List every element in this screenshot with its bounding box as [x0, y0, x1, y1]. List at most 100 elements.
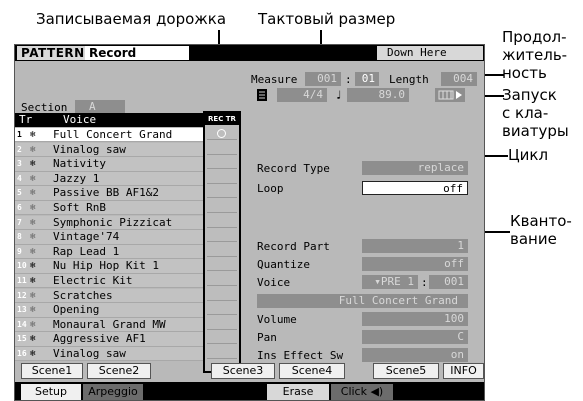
scene1-button[interactable]: Scene1: [21, 363, 83, 379]
rec-track-cell[interactable]: [207, 215, 237, 228]
section-value[interactable]: A: [75, 100, 125, 114]
measure-sep: :: [345, 73, 352, 86]
rec-track-cell[interactable]: [207, 346, 237, 359]
track-mixer-icon: ❄: [30, 305, 36, 316]
pan-value[interactable]: C: [362, 330, 468, 344]
track-voice-name: Jazzy 1: [53, 171, 100, 185]
track-mixer-icon: ❄: [30, 203, 36, 213]
track-row[interactable]: 7 ❄ Symphonic Pizzicat: [15, 215, 205, 230]
track-list-header: Tr Voice: [15, 113, 205, 127]
rec-track-cell[interactable]: [207, 171, 237, 184]
callout-recorded-track: Записываемая дорожка: [36, 10, 227, 28]
scene3-button[interactable]: Scene3: [211, 363, 275, 379]
info-button[interactable]: INFO: [443, 363, 484, 379]
track-row[interactable]: 10 ❄ Nu Hip Hop Kit 1: [15, 259, 205, 274]
track-row[interactable]: 2 ❄ Vinalog saw: [15, 142, 205, 157]
track-row[interactable]: 9 ❄ Rap Lead 1: [15, 244, 205, 260]
track-number: 8: [17, 232, 22, 242]
meter-icon: [257, 89, 267, 101]
track-row[interactable]: 1 ❄ Full Concert Grand: [15, 128, 205, 143]
track-mixer-icon: ❄: [30, 232, 36, 243]
track-voice-name: Nativity: [53, 157, 106, 171]
erase-button[interactable]: Erase: [267, 384, 329, 400]
track-row[interactable]: 13 ❄ Opening: [15, 303, 205, 318]
track-voice-name: Vinalog saw: [53, 142, 126, 156]
track-row[interactable]: 4 ❄ Jazzy 1: [15, 171, 205, 187]
voice-bank-value[interactable]: ▾PRE 1: [362, 275, 418, 289]
rec-track-column: REC TR: [203, 111, 241, 373]
voice-number-value[interactable]: 001: [429, 275, 468, 289]
track-row[interactable]: 12 ❄ Scratches: [15, 288, 205, 303]
callout-keyboard-start: Запуск с кла- виатуры: [502, 86, 569, 140]
time-signature-value[interactable]: 4/4: [277, 88, 327, 102]
track-number: 3: [17, 159, 22, 169]
track-voice-name: Symphonic Pizzicat: [53, 215, 173, 229]
track-mixer-icon: ❄: [30, 130, 36, 140]
tab-setup[interactable]: Setup: [21, 384, 81, 400]
rec-track-cell[interactable]: [207, 142, 237, 155]
track-row[interactable]: 16 ❄ Vinalog saw: [15, 347, 205, 362]
track-number: 10: [17, 261, 27, 271]
rec-track-cell[interactable]: [207, 317, 237, 330]
scene4-button[interactable]: Scene4: [279, 363, 345, 379]
measure-beat-value[interactable]: 01: [355, 72, 379, 86]
rec-track-cell[interactable]: [207, 273, 237, 286]
click-button[interactable]: Click ◀): [331, 384, 393, 400]
track-row[interactable]: 8 ❄ Vintage'74: [15, 230, 205, 245]
rec-track-cell[interactable]: [207, 200, 237, 213]
track-voice-name: Vintage'74: [53, 230, 120, 244]
track-number: 13: [17, 305, 27, 315]
rec-track-cell[interactable]: [207, 156, 237, 170]
track-number: 5: [17, 188, 22, 198]
track-number: 16: [17, 349, 27, 358]
rec-indicator-icon: [217, 129, 226, 138]
track-voice-name: Passive BB AF1&2: [53, 186, 159, 200]
track-row[interactable]: 14 ❄ Monaural Grand MW: [15, 317, 205, 333]
quantize-value[interactable]: off: [362, 257, 468, 271]
keyboard-start-button[interactable]: [435, 88, 465, 102]
voice-label: Voice: [257, 276, 291, 289]
measure-bar-value[interactable]: 001: [305, 72, 341, 86]
tab-arpeggio[interactable]: Arpeggio: [83, 384, 143, 400]
rec-track-cell[interactable]: [207, 185, 237, 199]
rec-track-cell[interactable]: [207, 229, 237, 243]
rec-track-cell[interactable]: [207, 331, 237, 345]
scene5-button[interactable]: Scene5: [373, 363, 439, 379]
lcd-screen: PATTERN Record Down Here Measure 001 : 0…: [14, 44, 485, 401]
voice-sep: :: [421, 276, 428, 289]
rec-track-cell[interactable]: [207, 302, 237, 316]
track-row[interactable]: 5 ❄ Passive BB AF1&2: [15, 186, 205, 201]
track-mixer-icon: ❄: [30, 159, 36, 170]
track-row[interactable]: 3 ❄ Nativity: [15, 157, 205, 172]
volume-label: Volume: [257, 313, 297, 326]
track-mixer-icon: ❄: [30, 173, 36, 184]
length-value[interactable]: 004: [441, 72, 477, 86]
loop-value[interactable]: off: [362, 181, 468, 195]
rec-track-cell[interactable]: [207, 127, 237, 140]
track-number: 4: [17, 173, 22, 183]
track-number: 2: [17, 144, 22, 154]
track-row[interactable]: 6 ❄ Soft RnB: [15, 201, 205, 216]
track-mixer-icon: ❄: [30, 276, 36, 286]
track-row[interactable]: 11 ❄ Electric Kit: [15, 274, 205, 289]
callout-loop: Цикл: [508, 146, 549, 164]
rec-track-header: REC TR: [205, 113, 239, 125]
record-type-value[interactable]: replace: [362, 161, 468, 175]
ins-effect-value[interactable]: on: [362, 348, 468, 362]
volume-value[interactable]: 100: [362, 312, 468, 326]
rec-track-cell[interactable]: [207, 258, 237, 272]
track-mixer-icon: ❄: [30, 319, 36, 330]
tempo-value[interactable]: 89.0: [347, 88, 409, 102]
track-number: 14: [17, 319, 27, 329]
record-part-value[interactable]: 1: [362, 239, 468, 253]
track-number: 1: [17, 130, 22, 139]
track-voice-name: Full Concert Grand: [53, 128, 173, 141]
page-title: Record: [85, 46, 189, 60]
rec-track-cell[interactable]: [207, 244, 237, 257]
leader-keyboard-start: [482, 95, 504, 97]
rec-track-cell[interactable]: [207, 288, 237, 301]
track-voice-name: Aggressive AF1: [53, 332, 146, 346]
track-row[interactable]: 15 ❄ Aggressive AF1: [15, 332, 205, 347]
callout-meter: Тактовый размер: [258, 10, 396, 28]
scene2-button[interactable]: Scene2: [87, 363, 151, 379]
